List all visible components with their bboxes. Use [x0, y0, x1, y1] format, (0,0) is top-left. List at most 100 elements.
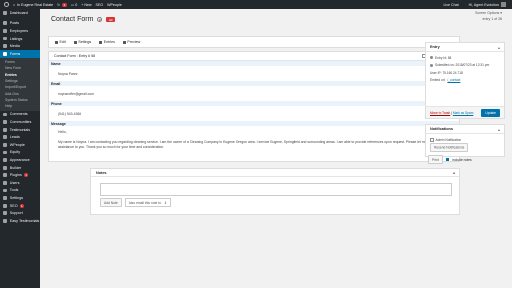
entry-meta-box: Entry ▴ Entry Id: 58 Submitted on: 2018/… [425, 42, 505, 119]
field-value-email[interactable]: noynaroffer@gmail.com [49, 87, 459, 101]
embed-url-link[interactable]: /_contact [447, 78, 460, 82]
sidebar-item-users[interactable]: Users [0, 179, 40, 187]
comments-link[interactable]: ▭ 0 [71, 3, 77, 7]
collapse-toggle-icon[interactable]: ▴ [453, 170, 455, 175]
sidebar-item-settings[interactable]: Settings [0, 194, 40, 202]
support-icon [3, 211, 7, 216]
admin-bar: ⌂ In Eugene Real Estate ↻ 1 ▭ 0 + New SEO WP… [0, 0, 512, 9]
plus-icon: + [81, 2, 84, 7]
entry-navigation[interactable]: entry 1 of 28 [483, 17, 502, 21]
testimonial-icon [3, 218, 7, 223]
move-to-trash-link[interactable]: Move to Trash [430, 111, 450, 115]
page-title: Contact Form ▾ GF [51, 16, 116, 23]
toolbar-edit[interactable]: Edit [55, 40, 66, 44]
pin-icon [3, 21, 7, 26]
new-content-link[interactable]: + New [81, 3, 91, 7]
submitted-row: Submitted on: 2018/07/23 at 12:31 pm [426, 62, 504, 70]
location-icon [3, 120, 7, 124]
sidebar-item-dashboard[interactable]: Dashboard [0, 9, 40, 17]
id-icon [430, 56, 433, 60]
live-chat-link[interactable]: Live Chat [443, 3, 458, 7]
entries-icon [99, 40, 103, 44]
sidebar-item-easy-testimonials[interactable]: Easy Testimonials [0, 217, 40, 225]
user-ip-row: User IP: 75.160.24.718 [430, 70, 463, 75]
sidebar-item-tools[interactable]: Tools [0, 187, 40, 195]
collapse-toggle-icon[interactable]: ▴ [498, 45, 500, 50]
form-switcher-chevron-icon[interactable]: ▾ [97, 17, 103, 22]
notes-header: Notes ▴ [91, 169, 459, 177]
sidebar-item-plugins[interactable]: Plugins 1 [0, 171, 40, 179]
submenu-item-help[interactable]: Help [0, 103, 40, 109]
people-icon [3, 29, 7, 33]
resend-notifications-button[interactable]: Resend Notifications [430, 143, 469, 152]
entry-box-header: Entry ▴ [426, 43, 504, 52]
field-value-message: Hello, My name is Noyna. I am contacting… [49, 127, 459, 159]
sidebar-item-comments[interactable]: Comments [0, 111, 40, 119]
wpeople-icon [3, 142, 7, 147]
updates-icon: ↻ [57, 2, 61, 7]
screen-options-button[interactable]: Screen Options ▾ [475, 11, 502, 15]
account-menu[interactable]: Hi, Agent Evolution [469, 2, 506, 7]
sidebar-item-testimonials[interactable]: Testimonials [0, 126, 40, 134]
site-name-link[interactable]: ⌂ In Eugene Real Estate [13, 3, 53, 7]
sidebar-item-appearance[interactable]: Appearance [0, 156, 40, 164]
sidebar-item-leads[interactable]: Leads [0, 133, 40, 141]
home-icon: ⌂ [13, 2, 16, 7]
field-value-name: Noyna Parez [58, 72, 78, 76]
sidebar-item-forms[interactable]: Forms [0, 49, 40, 58]
sidebar-item-media[interactable]: Media [0, 42, 40, 50]
notifications-header: Notifications ▴ [426, 125, 504, 134]
toolbar-settings[interactable]: Settings [73, 40, 91, 44]
toolbar-entries[interactable]: Entries [99, 40, 115, 44]
update-button[interactable]: Update [481, 108, 500, 117]
note-textarea[interactable] [100, 183, 452, 196]
sidebar-item-wpeople[interactable]: WPeople [0, 141, 40, 149]
seo-badge: 1 [19, 203, 25, 208]
wordpress-logo[interactable] [4, 2, 9, 7]
settings-icon [3, 196, 7, 200]
sidebar-item-support[interactable]: Support [0, 209, 40, 217]
embed-url-row: Embed url:/_contact [430, 78, 461, 83]
collapse-toggle-icon[interactable]: ▴ [498, 127, 500, 132]
entry-header: Contact Form : Entry # 58 show empty fie… [49, 52, 459, 61]
wordpress-icon [4, 2, 9, 7]
gear-icon [73, 40, 77, 44]
builder-icon [3, 165, 7, 170]
entry-actions: Move to Trash | Mark as Spam Update [426, 106, 504, 118]
admin-notification-checkbox[interactable] [430, 138, 434, 142]
select-arrow-icon: ⇕ [164, 200, 167, 205]
quote-icon [3, 127, 7, 132]
plugins-update-badge: 1 [23, 173, 29, 178]
calendar-icon [430, 63, 433, 67]
gravity-forms-logo: GF [106, 17, 116, 22]
admin-sidebar: Dashboard Posts Employees Listings Media… [0, 9, 40, 288]
toolbar-preview[interactable]: Preview [122, 40, 140, 44]
message-greeting: Hello, [58, 130, 67, 134]
mark-as-spam-link[interactable]: Mark as Spam [453, 111, 474, 115]
sidebar-item-posts[interactable]: Posts [0, 20, 40, 28]
sidebar-item-equity[interactable]: Equity [0, 149, 40, 157]
add-note-button[interactable]: Add Note [100, 198, 122, 207]
seo-icon [3, 203, 7, 208]
wpeople-link[interactable]: WPeople [107, 3, 122, 7]
email-note-select[interactable]: Also email this note to ⇕ [124, 198, 171, 207]
field-value-phone: (541) 543-4366 [58, 112, 82, 116]
form-toolbar: Edit Settings Entries Preview [48, 36, 460, 48]
equity-icon [3, 150, 7, 155]
plug-icon [3, 173, 7, 178]
main-content: Screen Options ▾ entry 1 of 28 Contact F… [40, 9, 512, 288]
entry-detail-panel: Contact Form : Entry # 58 show empty fie… [48, 51, 460, 162]
message-body: My name is Noyna. I am contacting you re… [58, 140, 456, 150]
sidebar-item-listings[interactable]: Listings [0, 35, 40, 43]
sidebar-item-seo[interactable]: SEO 1 [0, 202, 40, 210]
sidebar-item-builder[interactable]: Builder [0, 164, 40, 172]
user-icon [3, 180, 7, 185]
notes-panel: Notes ▴ Add Note Also email this note to… [90, 168, 460, 215]
seo-link[interactable]: SEO [96, 3, 104, 7]
sidebar-item-communities[interactable]: Communities [0, 118, 40, 126]
include-notes-checkbox[interactable] [445, 157, 450, 162]
sidebar-item-employees[interactable]: Employees [0, 27, 40, 35]
notifications-box: Notifications ▴ Admin Notification Resen… [425, 124, 505, 157]
print-button[interactable]: Print [428, 155, 443, 164]
updates-link[interactable]: ↻ 1 [57, 2, 67, 7]
